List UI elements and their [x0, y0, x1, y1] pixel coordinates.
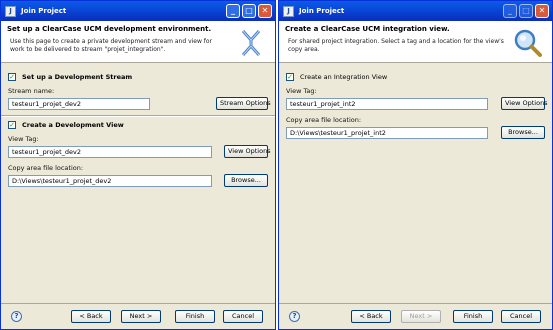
cancel-button[interactable]: Cancel	[223, 310, 263, 323]
window-title: Join Project	[21, 7, 67, 15]
back-button[interactable]: < Back	[71, 310, 111, 323]
finish-button[interactable]: Finish	[175, 310, 215, 323]
stream-name-input[interactable]: testeur1_projet_dev2	[8, 97, 150, 110]
close-icon[interactable]: ✕	[258, 4, 272, 18]
create-dev-view-label: Create a Development View	[22, 121, 124, 129]
browse-button[interactable]: Browse...	[501, 126, 545, 139]
back-button[interactable]: < Back	[351, 310, 391, 323]
header-title: Set up a ClearCase UCM development envir…	[7, 25, 212, 33]
wizard-header: Set up a ClearCase UCM development envir…	[1, 21, 275, 63]
minimize-icon[interactable]: _	[226, 4, 240, 18]
wizard-footer: ? < Back Next > Finish Cancel	[279, 303, 552, 329]
maximize-icon[interactable]: □	[242, 4, 256, 18]
window-title: Join Project	[299, 7, 345, 15]
stream-name-label: Stream name:	[8, 87, 55, 95]
help-icon[interactable]: ?	[289, 311, 300, 322]
next-button[interactable]: Next >	[121, 310, 161, 323]
wizard-body: ✓ Create an Integration View View Tag: t…	[279, 63, 552, 143]
next-button[interactable]: Next >	[401, 310, 441, 323]
setup-stream-label: Set up a Development Stream	[22, 73, 133, 81]
view-tag-label: View Tag:	[8, 135, 39, 143]
help-icon[interactable]: ?	[11, 311, 22, 322]
title-bar[interactable]: J Join Project _ □ ✕	[1, 1, 275, 21]
setup-stream-checkbox[interactable]: ✓ Set up a Development Stream	[8, 73, 268, 81]
checkmark-icon: ✓	[8, 73, 16, 81]
wizard-footer: ? < Back Next > Finish Cancel	[1, 303, 275, 329]
app-icon: J	[5, 5, 16, 17]
maximize-icon[interactable]: □	[519, 4, 533, 18]
header-title: Create a ClearCase UCM integration view.	[285, 25, 450, 33]
copy-area-label: Copy area file location:	[8, 164, 84, 172]
magnifier-icon	[514, 29, 542, 57]
copy-area-input[interactable]: D:\Views\testeur1_projet_int2	[286, 126, 488, 139]
cancel-button[interactable]: Cancel	[501, 310, 541, 323]
header-description: For shared project integration. Select a…	[288, 38, 504, 53]
view-tag-label: View Tag:	[286, 87, 317, 95]
browse-button[interactable]: Browse...	[224, 174, 268, 187]
view-options-button[interactable]: View Options	[501, 97, 548, 110]
create-dev-view-checkbox[interactable]: ✓ Create a Development View	[8, 121, 268, 129]
view-tag-input[interactable]: testeur1_projet_int2	[286, 97, 488, 110]
close-icon[interactable]: ✕	[535, 4, 549, 18]
copy-area-input[interactable]: D:\Views\testeur1_projet_dev2	[8, 174, 212, 187]
separator	[1, 115, 275, 117]
stream-options-button[interactable]: Stream Options	[216, 97, 271, 110]
finish-button[interactable]: Finish	[453, 310, 493, 323]
branch-merge-icon	[241, 30, 261, 56]
title-bar[interactable]: J Join Project _ □ ✕	[279, 1, 552, 21]
copy-area-label: Copy area file location:	[286, 116, 362, 124]
minimize-icon[interactable]: _	[503, 4, 517, 18]
create-integration-view-label: Create an Integration View	[300, 73, 388, 81]
app-icon: J	[283, 5, 294, 17]
view-options-button[interactable]: View Options	[224, 145, 271, 158]
join-project-window-right: J Join Project _ □ ✕ Create a ClearCase …	[278, 0, 553, 330]
view-tag-input[interactable]: testeur1_projet_dev2	[8, 145, 212, 158]
header-description: Use this page to create a private develo…	[10, 38, 213, 53]
checkmark-icon: ✓	[286, 73, 294, 81]
join-project-window-left: J Join Project _ □ ✕ Set up a ClearCase …	[0, 0, 276, 330]
create-integration-view-checkbox[interactable]: ✓ Create an Integration View	[286, 73, 545, 81]
wizard-body: ✓ Set up a Development Stream Stream nam…	[1, 63, 275, 191]
wizard-header: Create a ClearCase UCM integration view.…	[279, 21, 552, 63]
checkmark-icon: ✓	[8, 121, 16, 129]
